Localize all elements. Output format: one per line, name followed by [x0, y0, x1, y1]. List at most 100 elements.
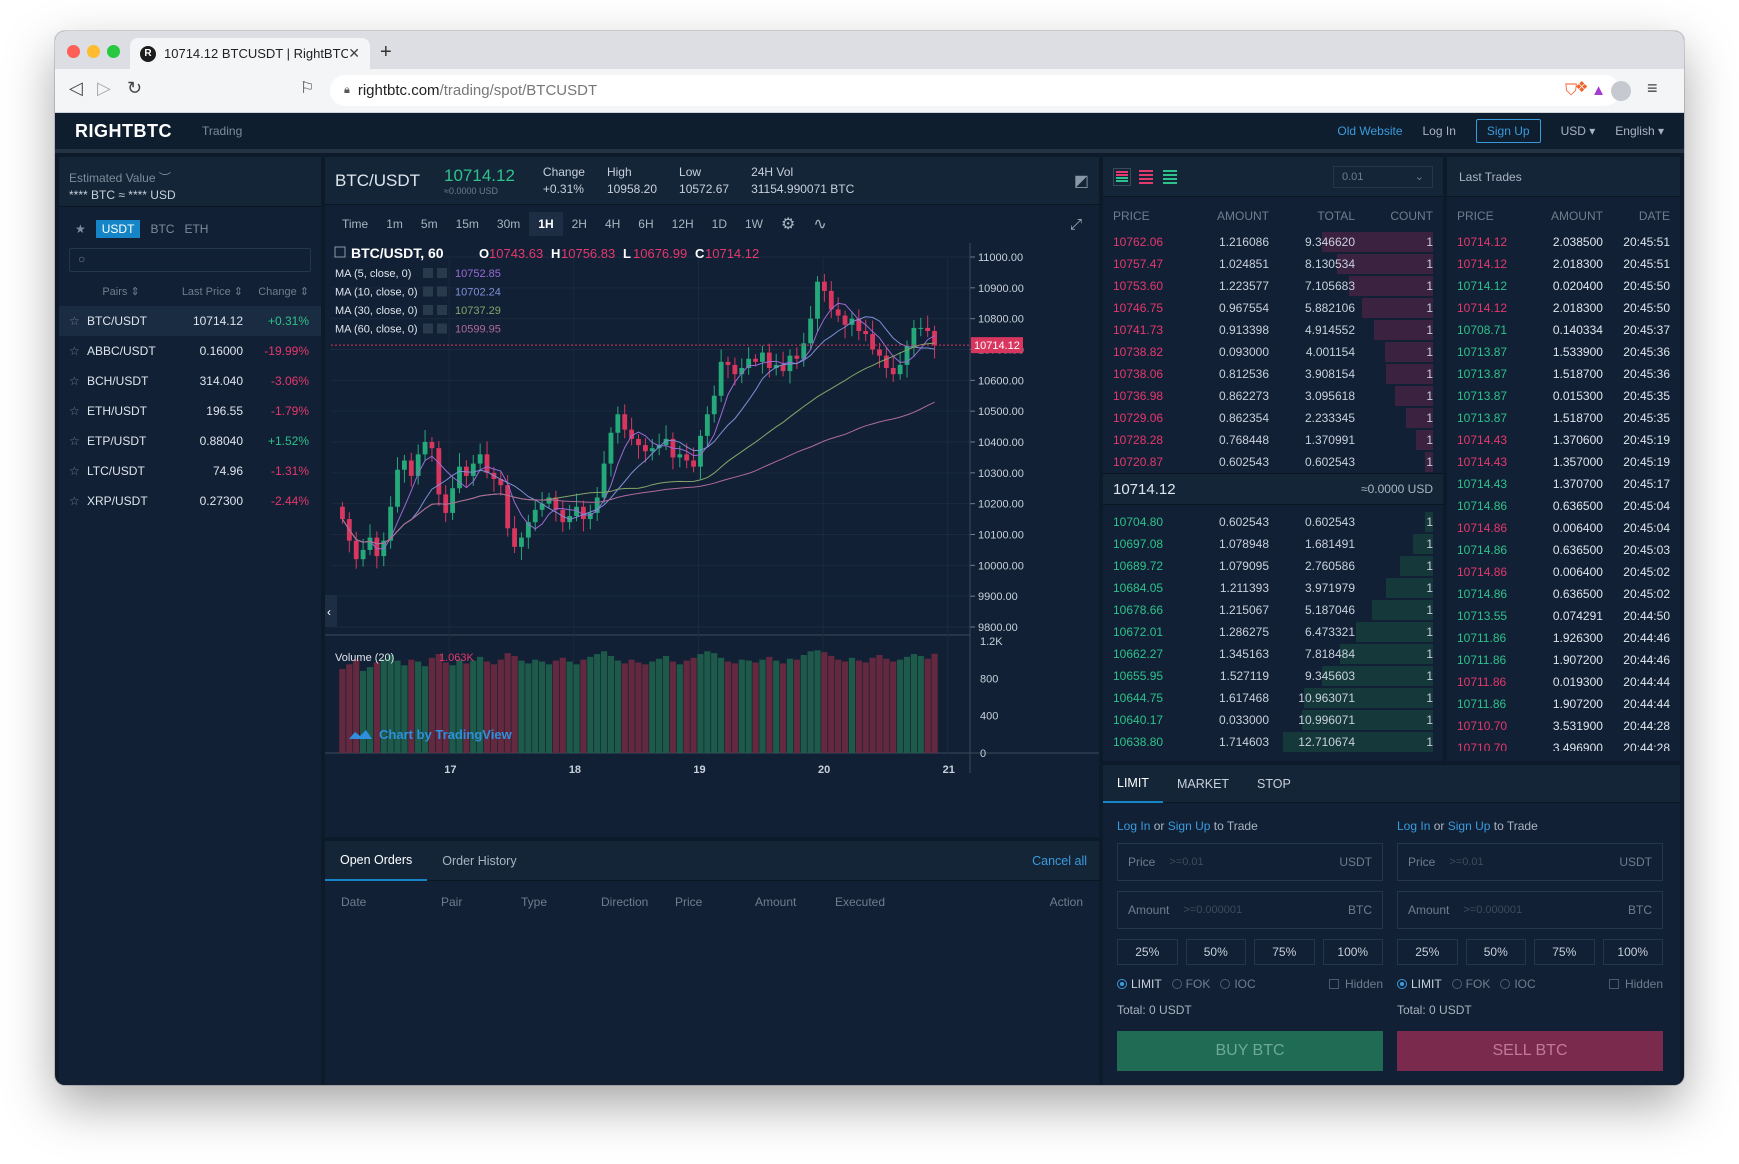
- tab-market[interactable]: MARKET: [1163, 766, 1243, 802]
- timeframe-6h[interactable]: 6H: [629, 212, 662, 236]
- timeframe-4h[interactable]: 4H: [596, 212, 629, 236]
- sell-login-link[interactable]: Log In: [1397, 819, 1430, 833]
- sell-type-fok-radio[interactable]: FOK: [1451, 977, 1490, 991]
- star-icon[interactable]: ☆: [69, 404, 87, 418]
- timeframe-2h[interactable]: 2H: [563, 212, 596, 236]
- book-asks-icon[interactable]: [1137, 168, 1155, 186]
- book-both-icon[interactable]: [1113, 167, 1131, 186]
- pair-search-input[interactable]: ○: [69, 248, 311, 272]
- ask-row[interactable]: 10729.06 0.862354 2.233345 1: [1103, 407, 1443, 429]
- ask-row[interactable]: 10728.28 0.768448 1.370991 1: [1103, 429, 1443, 451]
- buy-price-input[interactable]: Price >=0.01 USDT: [1117, 843, 1383, 881]
- timeframe-1d[interactable]: 1D: [703, 212, 736, 236]
- old-website-link[interactable]: Old Website: [1337, 124, 1402, 138]
- buy-login-link[interactable]: Log In: [1117, 819, 1150, 833]
- buy-pct-2-button[interactable]: 75%: [1254, 939, 1315, 965]
- timeframe-1m[interactable]: 1m: [377, 212, 412, 236]
- buy-pct-1-button[interactable]: 50%: [1185, 939, 1246, 965]
- indicators-icon[interactable]: ∿: [804, 209, 835, 239]
- sell-price-input[interactable]: Price >=0.01 USDT: [1397, 843, 1663, 881]
- timeframe-time[interactable]: Time: [333, 212, 377, 236]
- nav-trading[interactable]: Trading: [202, 124, 242, 138]
- sort-pairs[interactable]: Pairs ⇕: [69, 285, 173, 298]
- book-bids-icon[interactable]: [1161, 168, 1179, 186]
- eye-off-icon[interactable]: ︶: [159, 171, 171, 185]
- sort-last-price[interactable]: Last Price ⇕: [173, 285, 243, 298]
- bid-row[interactable]: 10644.75 1.617468 10.963071 1: [1103, 687, 1443, 709]
- star-icon[interactable]: ☆: [69, 314, 87, 328]
- sell-pct-2-button[interactable]: 75%: [1534, 939, 1595, 965]
- sell-type-ioc-radio[interactable]: IOC: [1500, 977, 1536, 991]
- timeframe-30m[interactable]: 30m: [488, 212, 529, 236]
- tab-btc[interactable]: BTC: [150, 222, 174, 236]
- sell-signup-link[interactable]: Sign Up: [1448, 819, 1491, 833]
- reload-icon[interactable]: ↻: [127, 78, 142, 99]
- buy-pct-0-button[interactable]: 25%: [1117, 939, 1178, 965]
- timeframe-1h[interactable]: 1H: [529, 212, 563, 236]
- minimize-window-icon[interactable]: [87, 45, 100, 58]
- sell-type-limit-radio[interactable]: LIMIT: [1397, 977, 1442, 991]
- extension-icon[interactable]: ❖: [1575, 78, 1588, 96]
- sell-hidden-checkbox[interactable]: Hidden: [1608, 977, 1663, 991]
- sell-amount-input[interactable]: Amount >=0.000001 BTC: [1397, 891, 1663, 929]
- bid-row[interactable]: 10672.01 1.286275 6.473321 1: [1103, 621, 1443, 643]
- buy-btc-button[interactable]: BUY BTC: [1117, 1031, 1383, 1071]
- buy-type-limit-radio[interactable]: LIMIT: [1117, 977, 1162, 991]
- language-select[interactable]: English ▾: [1615, 124, 1664, 138]
- ask-row[interactable]: 10736.98 0.862273 3.095618 1: [1103, 385, 1443, 407]
- pair-row[interactable]: ☆ BCH/USDT 314.040 -3.06%: [59, 366, 321, 396]
- pair-row[interactable]: ☆ ETH/USDT 196.55 -1.79%: [59, 396, 321, 426]
- ask-row[interactable]: 10757.47 1.024851 8.130534 1: [1103, 253, 1443, 275]
- pair-row[interactable]: ☆ ETP/USDT 0.88040 +1.52%: [59, 426, 321, 456]
- signup-button[interactable]: Sign Up: [1475, 119, 1541, 143]
- bid-row[interactable]: 10678.66 1.215067 5.187046 1: [1103, 599, 1443, 621]
- fullscreen-icon[interactable]: ⤢: [1061, 211, 1091, 238]
- bid-row[interactable]: 10662.27 1.345163 7.818484 1: [1103, 643, 1443, 665]
- new-tab-icon[interactable]: +: [380, 41, 392, 64]
- timeframe-1w[interactable]: 1W: [736, 212, 772, 236]
- bid-row[interactable]: 10704.80 0.602543 0.602543 1: [1103, 511, 1443, 533]
- sell-pct-1-button[interactable]: 50%: [1465, 939, 1526, 965]
- pair-row[interactable]: ☆ ABBC/USDT 0.16000 -19.99%: [59, 336, 321, 366]
- bid-row[interactable]: 10655.95 1.527119 9.345603 1: [1103, 665, 1443, 687]
- ask-row[interactable]: 10738.82 0.093000 4.001154 1: [1103, 341, 1443, 363]
- currency-select[interactable]: USD ▾: [1561, 124, 1596, 138]
- star-icon[interactable]: ☆: [69, 464, 87, 478]
- sell-pct-3-button[interactable]: 100%: [1602, 939, 1663, 965]
- forward-icon[interactable]: ▷: [97, 78, 111, 99]
- pair-row[interactable]: ☆ XRP/USDT 0.27300 -2.44%: [59, 486, 321, 516]
- bookmark-icon[interactable]: ⚐: [300, 78, 314, 98]
- precision-select[interactable]: 0.01 ⌄: [1333, 165, 1433, 188]
- ask-row[interactable]: 10753.60 1.223577 7.105683 1: [1103, 275, 1443, 297]
- buy-pct-3-button[interactable]: 100%: [1322, 939, 1383, 965]
- login-link[interactable]: Log In: [1423, 124, 1456, 138]
- ask-row[interactable]: 10741.73 0.913398 4.914552 1: [1103, 319, 1443, 341]
- bid-row[interactable]: 10640.17 0.033000 10.996071 1: [1103, 709, 1443, 731]
- browser-tab[interactable]: R 10714.12 BTCUSDT | RightBTC ✕: [130, 38, 370, 69]
- brave-rewards-icon[interactable]: ▲: [1591, 82, 1606, 99]
- buy-type-fok-radio[interactable]: FOK: [1171, 977, 1210, 991]
- price-chart[interactable]: 11000.0010900.0010800.0010700.0010600.00…: [325, 243, 1099, 837]
- tab-usdt[interactable]: USDT: [95, 220, 141, 238]
- timeframe-5m[interactable]: 5m: [412, 212, 447, 236]
- star-icon[interactable]: ☆: [69, 374, 87, 388]
- sort-change[interactable]: Change ⇕: [243, 285, 309, 298]
- tab-eth[interactable]: ETH: [184, 222, 208, 236]
- buy-signup-link[interactable]: Sign Up: [1168, 819, 1211, 833]
- sell-pct-0-button[interactable]: 25%: [1397, 939, 1458, 965]
- ask-row[interactable]: 10746.75 0.967554 5.882106 1: [1103, 297, 1443, 319]
- chart-type-icon[interactable]: ◩: [1074, 171, 1089, 191]
- bid-row[interactable]: 10684.05 1.211393 3.971979 1: [1103, 577, 1443, 599]
- star-icon[interactable]: ☆: [69, 434, 87, 448]
- ask-row[interactable]: 10720.87 0.602543 0.602543 1: [1103, 451, 1443, 473]
- buy-type-ioc-radio[interactable]: IOC: [1220, 977, 1256, 991]
- pair-row[interactable]: ☆ LTC/USDT 74.96 -1.31%: [59, 456, 321, 486]
- timeframe-15m[interactable]: 15m: [447, 212, 488, 236]
- maximize-window-icon[interactable]: [107, 45, 120, 58]
- bid-row[interactable]: 10697.08 1.078948 1.681491 1: [1103, 533, 1443, 555]
- rightbtc-logo[interactable]: RIGHTBTC: [75, 121, 172, 142]
- buy-amount-input[interactable]: Amount >=0.000001 BTC: [1117, 891, 1383, 929]
- cancel-all-button[interactable]: Cancel all: [1017, 842, 1099, 880]
- star-icon[interactable]: ☆: [69, 494, 87, 508]
- star-icon[interactable]: ☆: [69, 344, 87, 358]
